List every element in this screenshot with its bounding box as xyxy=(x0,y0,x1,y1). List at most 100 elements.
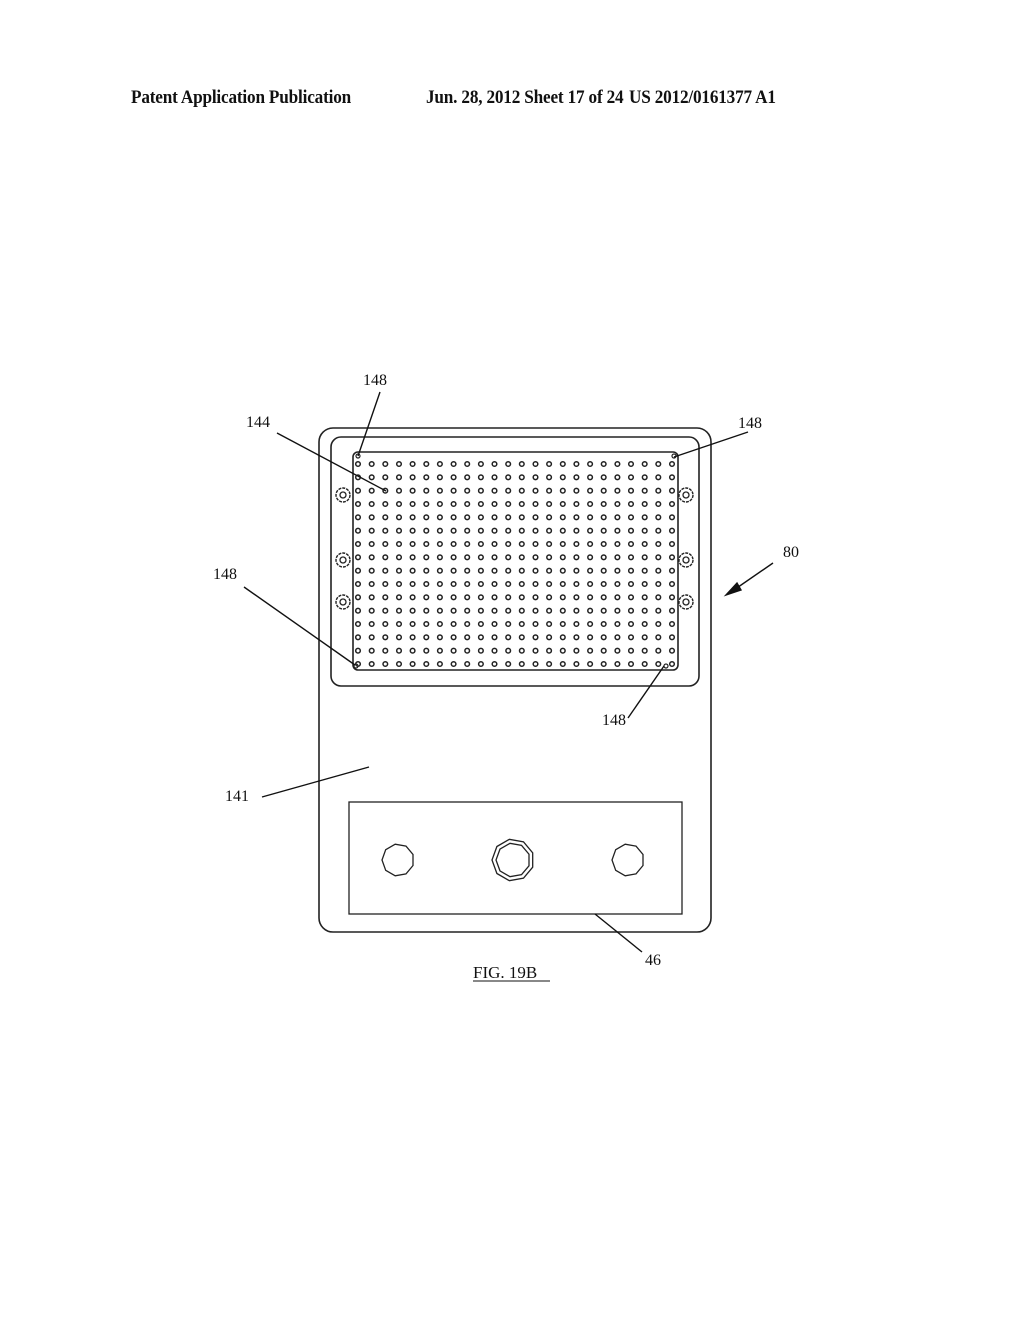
dot-hole xyxy=(587,580,594,588)
dot-hole xyxy=(655,607,662,614)
dot-hole xyxy=(477,567,484,574)
dot-hole xyxy=(546,594,553,601)
dot-hole xyxy=(600,527,607,534)
fastener-inner xyxy=(682,556,690,564)
dot-hole xyxy=(668,500,676,508)
dot-hole xyxy=(450,487,457,494)
knob-left xyxy=(381,843,414,877)
dot-hole xyxy=(477,474,484,481)
dot-hole xyxy=(559,500,566,508)
dot-hole xyxy=(627,634,635,641)
dot-hole xyxy=(450,460,457,468)
dot-hole xyxy=(505,554,512,561)
dot-hole xyxy=(505,620,512,628)
dot-hole xyxy=(491,487,498,494)
dot-hole xyxy=(423,647,430,654)
dot-hole xyxy=(641,660,648,668)
dot-hole xyxy=(655,620,662,628)
dot-hole xyxy=(600,580,607,588)
dot-hole xyxy=(409,567,416,574)
dot-hole xyxy=(641,634,648,641)
dot-hole xyxy=(450,567,457,574)
dot-hole xyxy=(368,660,375,668)
dot-hole xyxy=(354,647,362,654)
dot-hole xyxy=(600,500,607,508)
dot-hole xyxy=(546,620,553,628)
dot-hole xyxy=(368,554,375,561)
dot-hole xyxy=(641,554,648,561)
dot-hole xyxy=(546,514,553,521)
dot-hole xyxy=(505,634,512,641)
dot-hole xyxy=(409,620,416,628)
dot-hole xyxy=(559,620,566,628)
dot-hole xyxy=(655,527,662,534)
dot-hole xyxy=(354,540,362,548)
dot-hole xyxy=(587,567,594,574)
knob-center xyxy=(491,838,534,882)
dot-hole xyxy=(464,660,471,668)
dot-hole xyxy=(587,647,594,654)
dot-hole xyxy=(423,554,430,561)
dot-hole xyxy=(368,460,375,468)
dot-hole xyxy=(409,487,416,494)
dot-hole xyxy=(655,554,662,561)
dot-hole xyxy=(368,567,375,574)
dot-hole xyxy=(477,647,484,654)
dot-hole xyxy=(559,594,566,601)
dot-hole xyxy=(573,460,580,468)
fastener-inner xyxy=(339,491,347,499)
dot-hole xyxy=(587,634,594,641)
dot-hole xyxy=(627,647,635,654)
dot-hole xyxy=(518,514,525,521)
dot-hole xyxy=(587,540,594,548)
dot-hole xyxy=(641,500,648,508)
dot-hole xyxy=(395,514,403,521)
dot-hole xyxy=(600,594,607,601)
dot-hole xyxy=(627,660,635,668)
dot-hole xyxy=(450,514,457,521)
dot-hole xyxy=(587,607,594,614)
dot-hole xyxy=(587,660,594,668)
dot-hole xyxy=(382,514,389,521)
dot-hole xyxy=(518,500,525,508)
dot-hole xyxy=(477,660,484,668)
dot-hole xyxy=(505,474,512,481)
dot-hole xyxy=(559,460,566,468)
dot-hole xyxy=(614,620,621,628)
dot-hole xyxy=(354,487,362,494)
dot-hole xyxy=(546,554,553,561)
dot-hole xyxy=(409,594,416,601)
fastener-inner xyxy=(339,598,347,606)
dot-hole xyxy=(409,540,416,548)
dot-hole xyxy=(395,474,403,481)
dot-hole xyxy=(532,660,539,668)
dot-hole xyxy=(573,500,580,508)
dot-hole xyxy=(477,594,484,601)
dot-hole xyxy=(477,500,484,508)
dot-hole xyxy=(573,540,580,548)
dot-hole xyxy=(395,460,403,468)
dot-hole xyxy=(532,474,539,481)
dot-hole xyxy=(436,500,443,508)
dot-hole xyxy=(395,594,403,601)
dot-hole xyxy=(423,607,430,614)
dot-hole xyxy=(491,474,498,481)
dot-hole xyxy=(505,487,512,494)
dot-hole xyxy=(573,647,580,654)
dot-hole xyxy=(464,607,471,614)
dot-hole xyxy=(505,660,512,668)
dot-hole xyxy=(423,474,430,481)
dot-hole xyxy=(546,660,553,668)
dot-hole xyxy=(354,500,362,508)
dot-hole xyxy=(641,474,648,481)
dot-hole xyxy=(532,554,539,561)
dot-hole xyxy=(614,647,621,654)
fastener-inner xyxy=(339,556,347,564)
dot-hole xyxy=(382,527,389,534)
dot-hole xyxy=(518,487,525,494)
dot-hole xyxy=(423,567,430,574)
dot-hole xyxy=(491,620,498,628)
dot-hole xyxy=(532,567,539,574)
dot-hole xyxy=(354,514,362,521)
dot-hole xyxy=(368,607,375,614)
